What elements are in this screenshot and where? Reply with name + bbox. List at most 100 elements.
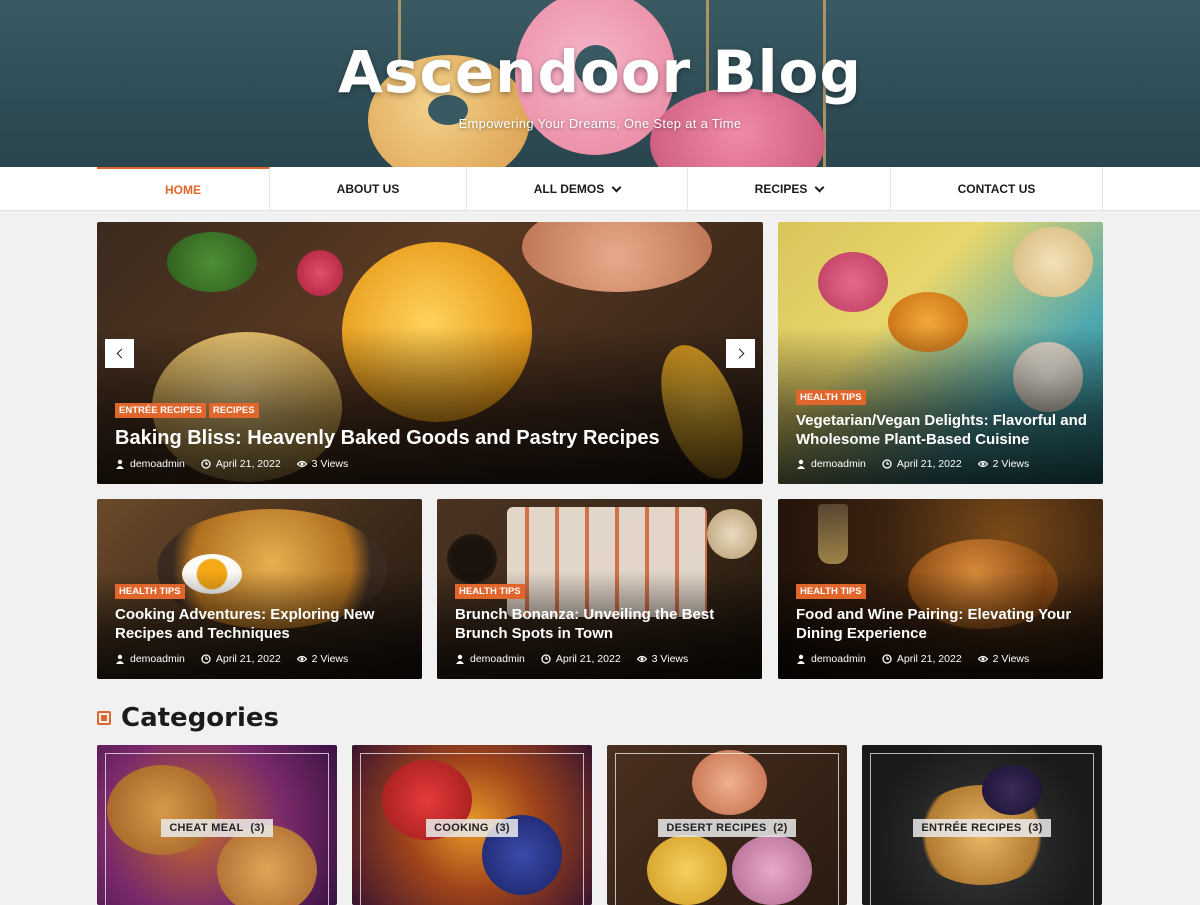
post-meta: demoadmin April 21, 2022 2 Views [115,653,348,665]
category-badge[interactable]: HEALTH TIPS [796,584,866,599]
category-name[interactable]: CHEAT MEAL [169,822,243,834]
post-author[interactable]: demoadmin [811,458,866,470]
food-image [167,232,257,292]
category-card-cheat-meal[interactable]: CHEAT MEAL (3) [97,745,337,905]
badge-group: HEALTH TIPS [796,390,866,405]
food-image [522,222,712,292]
category-count: (3) [250,822,265,834]
post-views: 3 Views [311,458,349,470]
nav-label: ALL DEMOS [533,182,605,196]
post-meta: demoadmin April 21, 2022 3 Views [115,458,348,470]
category-badge[interactable]: HEALTH TIPS [455,584,525,599]
category-count: (2) [773,822,788,834]
post-card[interactable]: HEALTH TIPS Brunch Bonanza: Unveiling th… [437,499,762,679]
post-author[interactable]: demoadmin [470,653,525,665]
site-title[interactable]: Ascendoor Blog [0,38,1200,106]
post-author[interactable]: demoadmin [130,653,185,665]
slider-prev-button[interactable] [105,339,134,368]
nav-label: RECIPES [754,182,808,196]
eye-icon [977,655,988,663]
clock-icon [541,654,551,664]
eye-icon [636,655,647,663]
category-count: (3) [1028,822,1043,834]
user-icon [797,459,805,469]
post-date[interactable]: April 21, 2022 [556,653,621,665]
nav-label: HOME [165,183,201,197]
post-card[interactable]: HEALTH TIPS Food and Wine Pairing: Eleva… [778,499,1103,679]
post-card[interactable]: HEALTH TIPS Cooking Adventures: Explorin… [97,499,422,679]
post-date[interactable]: April 21, 2022 [216,653,281,665]
square-icon [97,711,111,725]
category-count: (3) [495,822,510,834]
chevron-right-icon [734,348,744,359]
chevron-down-icon [814,182,825,192]
category-name[interactable]: ENTRÉE RECIPES [921,822,1021,834]
main-navigation: HOME ABOUT US ALL DEMOS RECIPES CONTACT … [0,167,1200,211]
post-title[interactable]: Brunch Bonanza: Unveiling the Best Brunc… [455,606,750,644]
food-image [818,504,848,564]
slider-next-button[interactable] [726,339,755,368]
user-icon [797,654,805,664]
post-title[interactable]: Cooking Adventures: Exploring New Recipe… [115,606,410,644]
user-icon [116,459,124,469]
food-image [818,252,888,312]
category-label: CHEAT MEAL (3) [97,819,337,837]
post-title[interactable]: Baking Bliss: Heavenly Baked Goods and P… [115,426,745,451]
category-label: COOKING (3) [352,819,592,837]
clock-icon [201,654,211,664]
category-badge[interactable]: HEALTH TIPS [796,390,866,405]
chevron-left-icon [116,348,126,359]
post-views: 2 Views [311,653,349,665]
post-title[interactable]: Vegetarian/Vegan Delights: Flavorful and… [796,412,1091,450]
user-icon [456,654,464,664]
post-date[interactable]: April 21, 2022 [897,458,962,470]
category-label: ENTRÉE RECIPES (3) [862,819,1102,837]
clock-icon [882,654,892,664]
post-meta: demoadmin April 21, 2022 2 Views [796,458,1029,470]
category-name[interactable]: COOKING [434,822,489,834]
chevron-down-icon [611,182,622,192]
eye-icon [296,655,307,663]
post-views: 3 Views [651,653,689,665]
post-card[interactable]: HEALTH TIPS Vegetarian/Vegan Delights: F… [778,222,1103,484]
category-badge[interactable]: ENTRÉE RECIPES [115,403,206,418]
nav-item-home[interactable]: HOME [97,167,270,211]
post-author[interactable]: demoadmin [130,458,185,470]
post-views: 2 Views [992,653,1030,665]
nav-label: ABOUT US [336,182,400,196]
category-badge[interactable]: RECIPES [208,403,259,418]
post-meta: demoadmin April 21, 2022 3 Views [455,653,688,665]
post-meta: demoadmin April 21, 2022 2 Views [796,653,1029,665]
nav-item-about-us[interactable]: ABOUT US [270,167,467,211]
badge-group: ENTRÉE RECIPES RECIPES [115,403,259,418]
badge-group: HEALTH TIPS [115,584,185,599]
site-tagline: Empowering Your Dreams, One Step at a Ti… [458,116,742,131]
category-badge[interactable]: HEALTH TIPS [115,584,185,599]
category-name[interactable]: DESERT RECIPES [666,822,766,834]
category-card-cooking[interactable]: COOKING (3) [352,745,592,905]
food-image [297,250,343,296]
category-card-desert-recipes[interactable]: DESERT RECIPES (2) [607,745,847,905]
nav-item-all-demos[interactable]: ALL DEMOS [467,167,688,211]
post-date[interactable]: April 21, 2022 [216,458,281,470]
post-date[interactable]: April 21, 2022 [897,653,962,665]
post-author[interactable]: demoadmin [811,653,866,665]
eye-icon [296,460,307,468]
category-card-entree-recipes[interactable]: ENTRÉE RECIPES (3) [862,745,1102,905]
badge-group: HEALTH TIPS [796,584,866,599]
nav-item-contact-us[interactable]: CONTACT US [891,167,1103,211]
nav-item-recipes[interactable]: RECIPES [688,167,891,211]
food-image [707,509,757,559]
post-title[interactable]: Food and Wine Pairing: Elevating Your Di… [796,606,1091,644]
site-header: Ascendoor Blog Empowering Your Dreams, O… [0,0,1200,167]
section-title: Categories [121,703,280,733]
categories-heading: Categories [97,703,279,733]
user-icon [116,654,124,664]
eye-icon [977,460,988,468]
featured-slider[interactable]: ENTRÉE RECIPES RECIPES Baking Bliss: Hea… [97,222,763,484]
badge-group: HEALTH TIPS [455,584,525,599]
clock-icon [201,459,211,469]
clock-icon [882,459,892,469]
category-label: DESERT RECIPES (2) [607,819,847,837]
post-views: 2 Views [992,458,1030,470]
